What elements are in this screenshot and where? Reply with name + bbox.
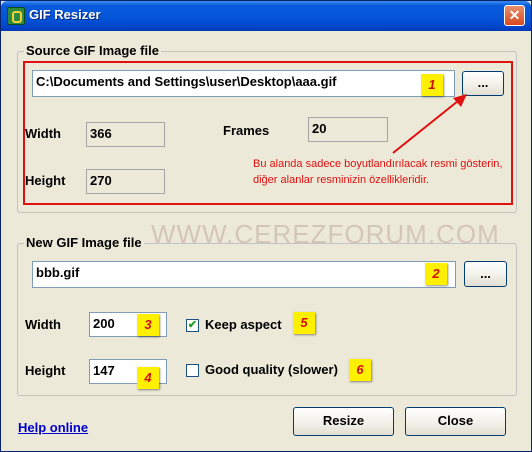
good-quality-label: Good quality (slower) xyxy=(205,362,338,377)
title-bar: GIF Resizer ✕ xyxy=(1,1,531,31)
source-width-value: 366 xyxy=(86,122,165,147)
source-height-value: 270 xyxy=(86,169,165,194)
keep-aspect-checkbox[interactable]: ✔ xyxy=(186,319,199,332)
gif-resizer-window: GIF Resizer ✕ WWW.CEREZFORUM.COM Source … xyxy=(0,0,532,452)
source-group-title: Source GIF Image file xyxy=(24,43,161,58)
target-height-label: Height xyxy=(25,363,66,378)
annotation-note: Bu alanda sadece boyutlandırılacak resmi… xyxy=(253,158,503,186)
help-online-link[interactable]: Help online xyxy=(18,420,88,435)
window-title: GIF Resizer xyxy=(29,7,101,22)
badge-5: 5 xyxy=(293,312,315,334)
close-button[interactable]: Close xyxy=(405,407,506,436)
badge-3: 3 xyxy=(137,314,159,336)
target-width-label: Width xyxy=(25,317,61,332)
target-group-title: New GIF Image file xyxy=(24,235,144,250)
frames-value: 20 xyxy=(308,117,388,142)
app-icon xyxy=(7,7,25,25)
badge-4: 4 xyxy=(137,367,159,389)
window-close-button[interactable]: ✕ xyxy=(504,5,525,26)
badge-1: 1 xyxy=(421,74,443,96)
badge-2: 2 xyxy=(425,263,447,285)
annotation-arrow xyxy=(392,94,467,154)
frames-label: Frames xyxy=(223,123,270,138)
badge-6: 6 xyxy=(349,359,371,381)
target-browse-button[interactable]: ... xyxy=(464,261,507,287)
good-quality-checkbox[interactable] xyxy=(186,364,199,377)
keep-aspect-label: Keep aspect xyxy=(205,317,282,332)
source-height-label: Height xyxy=(25,173,66,188)
target-filename-input[interactable]: bbb.gif xyxy=(32,261,456,288)
resize-button[interactable]: Resize xyxy=(293,407,394,436)
source-width-label: Width xyxy=(25,126,61,141)
